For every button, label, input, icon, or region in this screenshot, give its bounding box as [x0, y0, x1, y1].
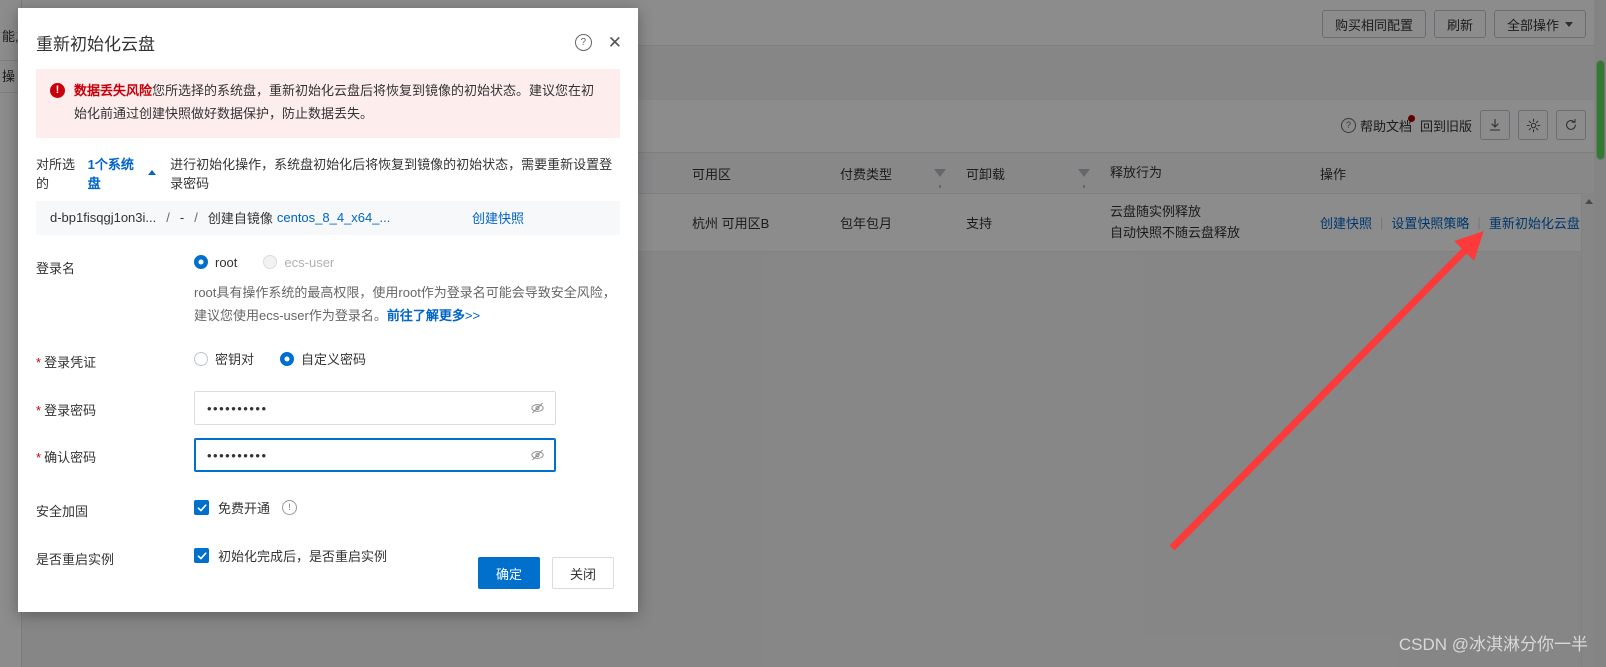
disk-image-link[interactable]: centos_8_4_x64_... — [277, 210, 390, 225]
login-name-help-text: root具有操作系统的最高权限，使用root作为登录名可能会导致安全风险，建议您… — [194, 281, 620, 328]
create-snapshot-link[interactable]: 创建快照 — [472, 208, 524, 227]
selected-disks-link[interactable]: 1个系统盘 — [88, 154, 143, 192]
eye-slash-icon-confirm-password[interactable] — [530, 448, 545, 463]
disk-id: d-bp1fisqgj1on3i... — [50, 210, 157, 225]
dialog-title: 重新初始化云盘 — [36, 35, 155, 54]
label-credential-text: 登录凭证 — [44, 355, 97, 371]
radio-login-name-ecs-user[interactable]: ecs-user — [263, 255, 334, 270]
disk-source-label: 创建自镜像 — [207, 211, 273, 226]
control-password — [194, 391, 620, 426]
radio-label-ecs-user: ecs-user — [284, 254, 335, 270]
password-input[interactable] — [194, 391, 556, 426]
warning-body: 您所选择的系统盘，重新初始化云盘后将恢复到镜像的初始状态。建议您在初始化前通过创… — [74, 83, 595, 121]
radio-label-root: root — [215, 254, 238, 270]
form-row-login-name: 登录名 root ecs-user root具有操作系统的最高权限，使用root… — [36, 255, 620, 328]
info-circle-icon[interactable]: ! — [282, 500, 298, 516]
disk-separator-1: / — [166, 210, 170, 225]
reinitialize-disk-dialog: 重新初始化云盘 ? ✕ ! 数据丢失风险您所选择的系统盘，重新初始化云盘后将恢复… — [18, 8, 638, 612]
selected-disk-item: d-bp1fisqgj1on3i... / - / 创建自镜像 centos_8… — [36, 200, 620, 235]
login-name-help-link-suffix: >> — [464, 307, 481, 323]
control-login-name: root ecs-user root具有操作系统的最高权限，使用root作为登录… — [194, 255, 620, 328]
control-confirm-password — [194, 438, 620, 473]
dialog-header-icons: ? ✕ — [574, 34, 622, 51]
checkbox-label-security-hardening: 免费开通 — [218, 501, 271, 517]
form-row-security-hardening: 安全加固 免费开通 ! — [36, 498, 620, 520]
password-field-wrapper — [194, 391, 556, 426]
radio-indicator-ecs-user — [263, 255, 278, 269]
label-security-hardening: 安全加固 — [36, 504, 89, 520]
form-row-password: * 登录密码 — [36, 391, 620, 426]
close-icon[interactable]: ✕ — [608, 34, 622, 51]
control-security-hardening: 免费开通 ! — [194, 498, 620, 517]
eye-slash-icon-password[interactable] — [530, 401, 545, 416]
form-row-credential: * 登录凭证 密钥对 自定义密码 — [36, 349, 620, 371]
required-marker-credential: * — [36, 355, 42, 371]
radio-login-name-root[interactable]: root — [194, 255, 237, 270]
radio-label-custom-password: 自定义密码 — [301, 352, 367, 368]
disk-separator-2: / — [194, 210, 198, 225]
selection-suffix: 进行初始化操作，系统盘初始化后将恢复到镜像的初始状态，需要重新设置登录密码 — [170, 156, 613, 191]
checkbox-security-hardening[interactable] — [194, 500, 209, 516]
radio-credential-custom-password[interactable]: 自定义密码 — [280, 349, 366, 368]
warning-title: 数据丢失风险 — [74, 83, 153, 98]
data-loss-warning-banner: ! 数据丢失风险您所选择的系统盘，重新初始化云盘后将恢复到镜像的初始状态。建议您… — [36, 69, 620, 138]
radio-credential-keypair[interactable]: 密钥对 — [194, 349, 254, 368]
selection-summary: 对所选的 1个系统盘 进行初始化操作，系统盘初始化后将恢复到镜像的初始状态，需要… — [36, 154, 620, 192]
form-row-confirm-password: * 确认密码 — [36, 438, 620, 473]
dialog-footer: 确定 关闭 — [18, 534, 638, 612]
question-circle-icon[interactable]: ? — [574, 34, 592, 51]
radio-label-keypair: 密钥对 — [215, 352, 255, 368]
login-name-help-link[interactable]: 前往了解更多 — [387, 308, 465, 323]
label-password-text: 登录密码 — [44, 403, 97, 419]
login-name-radio-group: root ecs-user — [194, 255, 620, 270]
credential-radio-group: 密钥对 自定义密码 — [194, 349, 620, 368]
selection-prefix: 对所选的 — [36, 156, 76, 191]
label-login-name: 登录名 — [36, 260, 76, 276]
required-marker-confirm-password: * — [36, 450, 42, 466]
label-credential: * 登录凭证 — [36, 349, 194, 371]
error-exclamation-icon: ! — [50, 83, 65, 98]
watermark-text: CSDN @冰淇淋分你一半 — [1398, 635, 1588, 654]
label-password: * 登录密码 — [36, 391, 194, 419]
radio-indicator-root — [194, 255, 208, 269]
caret-up-icon[interactable] — [148, 170, 157, 175]
disk-size: - — [179, 210, 185, 225]
dialog-header: 重新初始化云盘 ? ✕ — [18, 8, 638, 59]
label-confirm-password: * 确认密码 — [36, 438, 194, 466]
required-marker-password: * — [36, 403, 42, 419]
security-hardening-checkbox-line: 免费开通 ! — [194, 498, 620, 517]
confirm-button[interactable]: 确定 — [477, 557, 540, 589]
confirm-password-input[interactable] — [194, 438, 556, 473]
confirm-password-field-wrapper — [194, 438, 556, 473]
radio-indicator-keypair — [194, 351, 208, 366]
label-confirm-password-text: 确认密码 — [44, 450, 97, 466]
radio-indicator-custom-password — [280, 351, 295, 366]
warning-text-block: 数据丢失风险您所选择的系统盘，重新初始化云盘后将恢复到镜像的初始状态。建议您在初… — [74, 80, 606, 126]
dialog-form: 登录名 root ecs-user root具有操作系统的最高权限，使用root… — [18, 255, 638, 569]
close-button[interactable]: 关闭 — [551, 557, 614, 589]
control-credential: 密钥对 自定义密码 — [194, 349, 620, 368]
